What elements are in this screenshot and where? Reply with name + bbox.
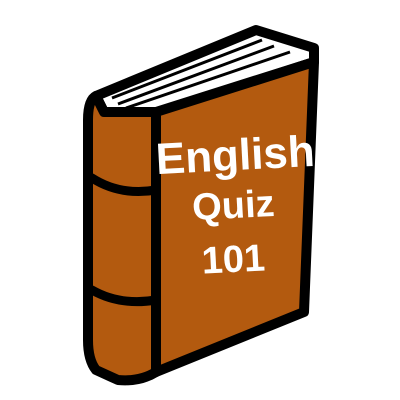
- book-icon: English Quiz 101: [83, 25, 319, 386]
- book-spine: [83, 91, 161, 386]
- book-illustration: English Quiz 101: [0, 0, 400, 400]
- cover-title-line2: Quiz: [191, 183, 275, 229]
- cover-title-line1: English: [155, 127, 316, 184]
- cover-title-line3: 101: [201, 237, 267, 282]
